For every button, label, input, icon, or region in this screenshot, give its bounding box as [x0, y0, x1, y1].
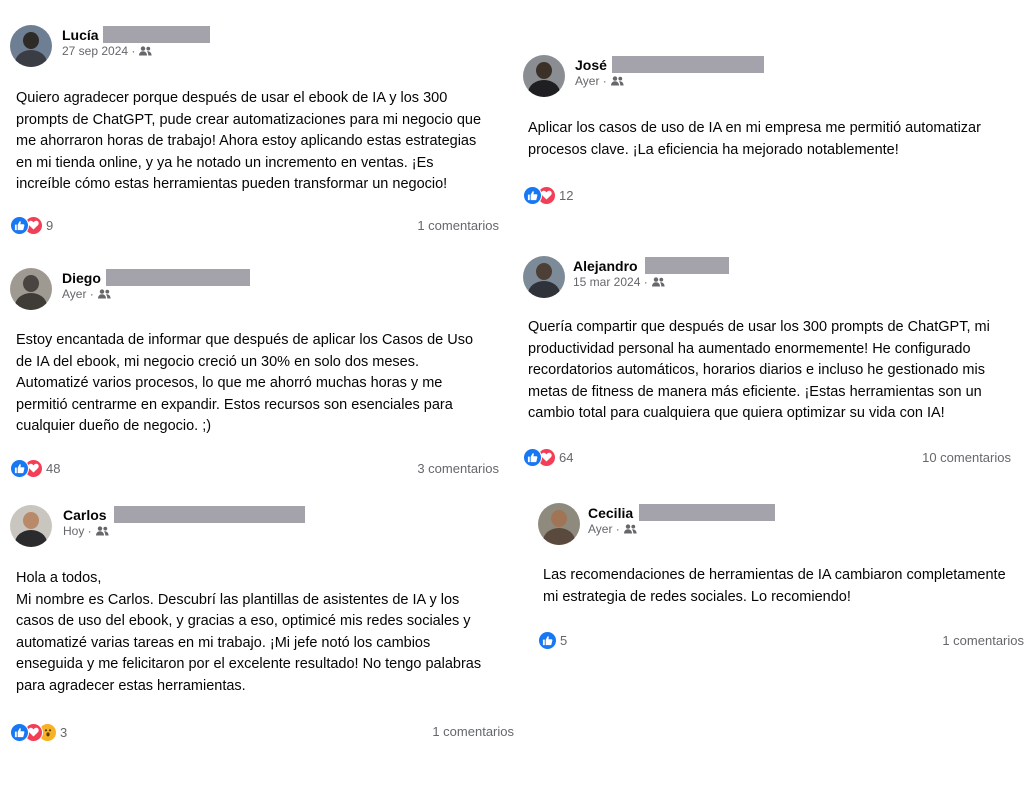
like-icon	[523, 185, 542, 205]
avatar[interactable]	[538, 503, 580, 545]
reaction-count: 3	[60, 724, 68, 740]
author-name[interactable]: Cecilia	[588, 505, 633, 522]
reactions-summary[interactable]: 64	[523, 447, 573, 467]
post-text: Aplicar los casos de uso de IA en mi emp…	[528, 120, 981, 158]
post-meta: 27 sep 2024 ·	[62, 44, 152, 59]
friends-audience-icon	[623, 524, 637, 534]
post-time[interactable]: Ayer ·	[62, 287, 94, 301]
friends-audience-icon	[651, 277, 665, 287]
like-icon	[523, 447, 542, 467]
post-lucia: Lucía 27 sep 2024 · Quiero agradecer por…	[10, 25, 505, 240]
post-time[interactable]: 27 sep 2024 ·	[62, 44, 135, 58]
redacted-surname	[114, 506, 305, 523]
post-time[interactable]: 15 mar 2024 ·	[573, 275, 648, 289]
post-time[interactable]: Ayer ·	[575, 74, 607, 88]
post-time[interactable]: Ayer ·	[588, 522, 620, 536]
post-text: Estoy encantada de informar que después …	[16, 332, 474, 434]
post-meta: 15 mar 2024 ·	[573, 275, 665, 290]
avatar[interactable]	[523, 55, 565, 97]
like-icon	[10, 458, 29, 478]
reactions-summary[interactable]: 48	[10, 458, 60, 478]
avatar[interactable]	[523, 256, 565, 298]
friends-audience-icon	[139, 46, 152, 56]
author-name[interactable]: Carlos	[63, 507, 107, 524]
post-carlos: Carlos Hoy · Hola a todos, Mi nombre es …	[10, 505, 518, 745]
post-meta: Ayer ·	[62, 287, 111, 302]
reactions-summary[interactable]: 5	[538, 630, 567, 650]
author-name[interactable]: José	[575, 57, 607, 74]
comments-link[interactable]: 1 comentarios	[432, 724, 514, 739]
post-meta: Ayer ·	[575, 74, 624, 89]
like-icon	[10, 722, 29, 742]
redacted-surname	[103, 26, 210, 43]
redacted-surname	[106, 269, 250, 286]
reaction-count: 12	[559, 187, 574, 203]
redacted-surname	[645, 257, 729, 274]
post-text: Hola a todos, Mi nombre es Carlos. Descu…	[16, 570, 482, 694]
avatar[interactable]	[10, 268, 52, 310]
friends-audience-icon	[97, 289, 111, 299]
post-diego: Diego Ayer · Estoy encantada de informar…	[10, 268, 505, 483]
reactions-summary[interactable]: 12	[523, 185, 573, 205]
reaction-count: 64	[559, 449, 574, 465]
post-text: Quería compartir que después de usar los…	[528, 319, 990, 421]
reactions-summary[interactable]: 9	[10, 215, 53, 235]
redacted-surname	[639, 504, 775, 521]
post-meta: Hoy ·	[63, 524, 109, 539]
comments-link[interactable]: 1 comentarios	[942, 633, 1024, 648]
reaction-count: 5	[560, 632, 568, 648]
post-time[interactable]: Hoy ·	[63, 524, 92, 538]
post-jose: José Ayer · Aplicar los casos de uso de …	[523, 55, 1023, 215]
reactions-summary[interactable]: 3	[10, 722, 67, 742]
friends-audience-icon	[95, 526, 109, 536]
comments-link[interactable]: 1 comentarios	[417, 218, 499, 233]
like-icon	[538, 630, 557, 650]
comments-link[interactable]: 10 comentarios	[922, 450, 1011, 465]
post-text: Las recomendaciones de herramientas de I…	[543, 567, 1006, 605]
post-text: Quiero agradecer porque después de usar …	[16, 90, 482, 192]
post-alejandro: Alejandro 15 mar 2024 · Quería compartir…	[523, 256, 1023, 471]
author-name[interactable]: Alejandro	[573, 258, 638, 275]
post-cecilia: Cecilia Ayer · Las recomendaciones de he…	[538, 503, 1024, 663]
avatar[interactable]	[10, 25, 52, 67]
author-name[interactable]: Lucía	[62, 27, 99, 44]
friends-audience-icon	[610, 76, 624, 86]
author-name[interactable]: Diego	[62, 270, 101, 287]
avatar[interactable]	[10, 505, 52, 547]
reaction-count: 9	[46, 217, 54, 233]
comments-link[interactable]: 3 comentarios	[417, 461, 499, 476]
redacted-surname	[612, 56, 764, 73]
like-icon	[10, 215, 29, 235]
reaction-count: 48	[46, 460, 61, 476]
post-meta: Ayer ·	[588, 522, 637, 537]
